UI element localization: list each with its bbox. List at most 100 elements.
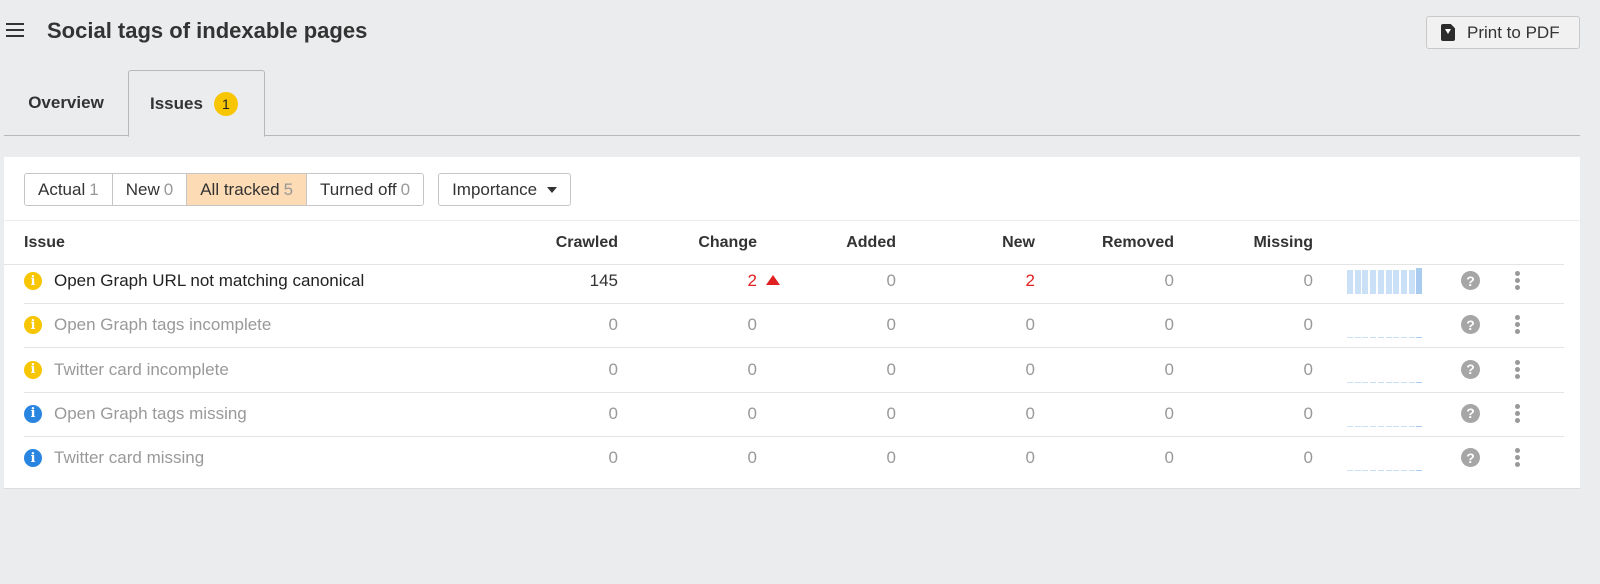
help-icon[interactable]: ? <box>1461 271 1480 290</box>
sparkline-bar <box>1393 381 1400 383</box>
importance-dropdown[interactable]: Importance <box>438 173 572 206</box>
more-options-icon[interactable] <box>1515 403 1521 424</box>
sparkline-bar <box>1347 270 1353 294</box>
pdf-download-icon <box>1441 24 1455 41</box>
tab-overview-label: Overview <box>28 93 104 112</box>
sparkline-bar <box>1400 270 1407 294</box>
cell-change: 0 <box>644 436 757 480</box>
sparkline-bar <box>1354 425 1361 427</box>
help-icon[interactable]: ? <box>1461 359 1480 379</box>
issue-name-link[interactable]: Open Graph tags incomplete <box>54 303 271 347</box>
issues-panel: Actual 1 New 0 All tracked 5 Turned off … <box>4 157 1580 489</box>
table-row[interactable]: i Open Graph tags incomplete 0 0 0 0 0 0? <box>24 303 1564 349</box>
help-icon[interactable]: ? <box>1461 315 1480 335</box>
issues-count-badge: 1 <box>213 91 238 116</box>
tab-overview[interactable]: Overview <box>4 70 128 136</box>
cell-added: 0 <box>784 392 896 436</box>
cell-added: 0 <box>784 303 896 347</box>
cell-change[interactable]: 2 <box>644 259 780 303</box>
issue-name-link[interactable]: Twitter card missing <box>54 436 204 480</box>
table-row[interactable]: i Open Graph tags missing 0 0 0 0 0 0? <box>24 392 1564 437</box>
sparkline-bar <box>1416 470 1423 472</box>
cell-removed: 0 <box>1064 392 1174 436</box>
new-value: 0 <box>1025 403 1035 423</box>
tab-issues[interactable]: Issues 1 <box>128 70 265 137</box>
sparkline-bar <box>1400 381 1407 383</box>
issue-name-link[interactable]: Open Graph URL not matching canonical <box>54 259 364 303</box>
sparkline-bar <box>1377 270 1384 294</box>
sparkline-bar <box>1393 270 1400 294</box>
cell-change: 0 <box>644 348 757 392</box>
cell-missing: 0 <box>1204 303 1313 347</box>
cell-new[interactable]: 2 <box>924 259 1035 303</box>
sparkline-bar <box>1370 270 1377 294</box>
change-value: 0 <box>747 448 757 468</box>
filter-count: 1 <box>89 179 99 199</box>
new-value: 2 <box>1025 271 1035 290</box>
filter-all-tracked[interactable]: All tracked 5 <box>187 174 308 205</box>
sparkline-bar <box>1370 425 1377 427</box>
sparkline-bar <box>1347 381 1353 383</box>
status-filter-group: Actual 1 New 0 All tracked 5 Turned off … <box>24 173 425 206</box>
sparkline-bar <box>1362 270 1369 294</box>
print-to-pdf-button[interactable]: Print to PDF <box>1426 16 1580 49</box>
help-icon[interactable]: ? <box>1461 403 1480 423</box>
warning-info-icon: i <box>24 360 42 379</box>
table-row[interactable]: i Twitter card incomplete 0 0 0 0 0 0? <box>24 348 1564 393</box>
removed-value: 0 <box>1164 315 1174 335</box>
trend-sparkline <box>1347 445 1425 472</box>
filter-new[interactable]: New 0 <box>112 174 188 205</box>
sparkline-bar <box>1377 425 1384 427</box>
warning-info-icon: i <box>24 316 42 335</box>
filter-bar: Actual 1 New 0 All tracked 5 Turned off … <box>24 173 572 206</box>
sparkline-bar <box>1393 470 1400 472</box>
print-to-pdf-label: Print to PDF <box>1467 22 1560 42</box>
issue-name-link[interactable]: Open Graph tags missing <box>54 392 247 436</box>
added-value: 0 <box>886 315 896 335</box>
missing-value: 0 <box>1303 448 1313 468</box>
filter-actual[interactable]: Actual 1 <box>25 174 113 205</box>
tab-bar: Overview Issues 1 <box>4 70 1580 137</box>
filter-label: All tracked <box>200 179 280 199</box>
sparkline-bar <box>1377 470 1384 472</box>
sparkline-bar <box>1362 425 1369 427</box>
sparkline-bar <box>1347 425 1353 427</box>
cell-crawled[interactable]: 145 <box>504 259 618 303</box>
more-options-icon[interactable] <box>1515 271 1521 291</box>
removed-value: 0 <box>1164 403 1174 423</box>
cell-removed: 0 <box>1064 303 1174 347</box>
crawled-value: 0 <box>608 315 618 335</box>
new-value: 0 <box>1025 315 1035 335</box>
trend-sparkline <box>1347 268 1425 294</box>
sparkline-bar <box>1400 425 1407 427</box>
change-value: 2 <box>747 271 757 290</box>
filter-count: 5 <box>283 179 294 199</box>
sparkline-bar <box>1354 337 1361 339</box>
sparkline-bar <box>1416 425 1423 427</box>
help-icon[interactable]: ? <box>1461 448 1480 468</box>
change-value: 0 <box>747 403 757 423</box>
more-options-icon[interactable] <box>1515 448 1521 468</box>
table-row[interactable]: i Open Graph URL not matching canonical 14… <box>24 259 1564 304</box>
cell-new: 0 <box>924 348 1035 392</box>
more-options-icon[interactable] <box>1515 315 1521 335</box>
change-value: 0 <box>747 359 757 379</box>
sparkline-bar <box>1385 470 1392 472</box>
table-row[interactable]: i Twitter card missing 0 0 0 0 0 0? <box>24 436 1564 481</box>
filter-turned-off[interactable]: Turned off 0 <box>307 174 424 205</box>
cell-missing: 0 <box>1204 259 1313 303</box>
removed-value: 0 <box>1164 271 1174 290</box>
trend-up-icon <box>766 275 780 285</box>
cell-added: 0 <box>784 259 896 303</box>
hamburger-menu-icon[interactable] <box>6 23 24 39</box>
sparkline-bar <box>1416 337 1423 339</box>
cell-missing: 0 <box>1204 348 1313 392</box>
crawled-value: 0 <box>608 448 618 468</box>
more-options-icon[interactable] <box>1515 359 1521 380</box>
sparkline-bar <box>1385 425 1392 427</box>
sparkline-bar <box>1400 470 1407 472</box>
tab-issues-label: Issues <box>150 93 203 113</box>
issue-name-link[interactable]: Twitter card incomplete <box>54 348 229 392</box>
sparkline-bar <box>1377 381 1384 383</box>
filter-count: 0 <box>163 179 174 199</box>
